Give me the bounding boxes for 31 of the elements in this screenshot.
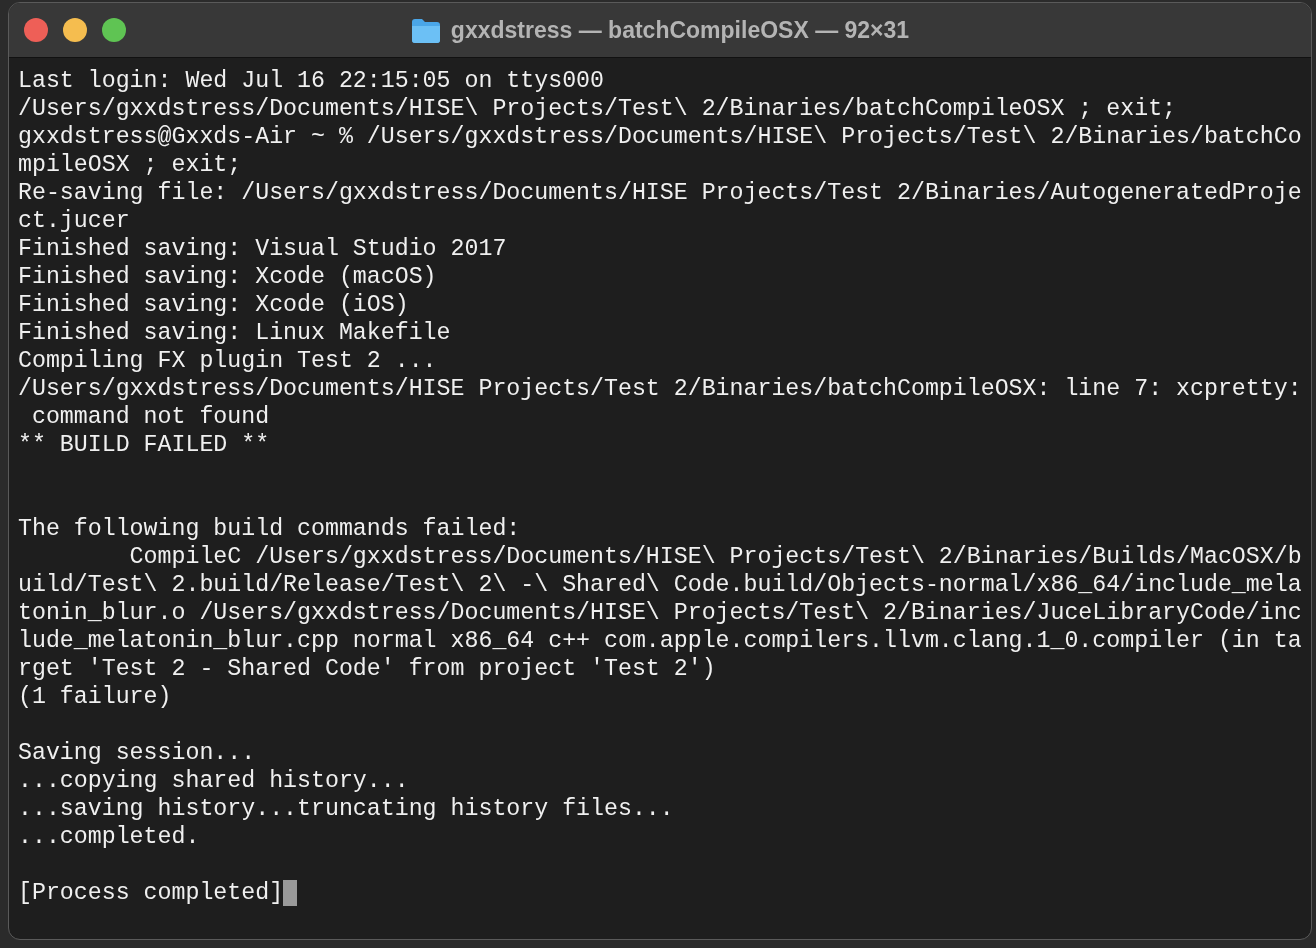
terminal-line: mpileOSX ; exit;	[18, 151, 242, 179]
terminal-line: /Users/gxxdstress/Documents/HISE Projects/Test 2/Binaries/batchCompileOSX: line 7: xcpretty:	[18, 375, 1302, 403]
terminal-line: uild/Test\ 2.build/Release/Test\ 2\ -\ Shared\ Code.build/Objects-normal/x86_64/include_mela	[18, 571, 1302, 599]
terminal-line: ** BUILD FAILED **	[18, 431, 270, 459]
folder-icon	[410, 17, 441, 43]
zoom-button[interactable]	[102, 18, 126, 42]
terminal-line: ...copying shared history...	[18, 767, 409, 795]
minimize-button[interactable]	[63, 18, 87, 42]
terminal-line: ct.jucer	[18, 207, 130, 235]
terminal-line: ...completed.	[18, 823, 200, 851]
terminal-line: [Process completed]	[18, 879, 284, 907]
terminal-line: Compiling FX plugin Test 2 ...	[18, 347, 437, 375]
terminal-line: tonin_blur.o /Users/gxxdstress/Documents/HISE\ Projects/Test\ 2/Binaries/JuceLibraryCode/inc	[18, 599, 1302, 627]
terminal-line: CompileC /Users/gxxdstress/Documents/HISE\ Projects/Test\ 2/Binaries/Builds/MacOSX/b	[128, 543, 1302, 571]
terminal-line: Saving session...	[18, 739, 256, 767]
terminal-line: Finished saving: Linux Makefile	[18, 319, 451, 347]
terminal-line: The following build commands failed:	[18, 515, 521, 543]
terminal-line: /Users/gxxdstress/Documents/HISE\ Projects/Test\ 2/Binaries/batchCompileOSX ; exit;	[18, 95, 1177, 123]
terminal-line: rget 'Test 2 - Shared Code' from project 'Test 2')	[18, 655, 716, 683]
terminal-line: ...saving history...truncating history files...	[18, 795, 674, 823]
terminal-line: Re-saving file: /Users/gxxdstress/Documents/HISE Projects/Test 2/Binaries/AutogeneratedProje	[18, 179, 1302, 207]
terminal-line: (1 failure)	[18, 683, 172, 711]
window-title: gxxdstress — batchCompileOSX — 92×31	[450, 16, 910, 44]
terminal-line: Last login: Wed Jul 16 22:15:05 on ttys000	[18, 67, 604, 95]
terminal-line: lude_melatonin_blur.cpp normal x86_64 c++ com.apple.compilers.llvm.clang.1_0.compiler (in ta	[18, 627, 1302, 655]
terminal-line: Finished saving: Xcode (macOS)	[18, 263, 437, 291]
terminal-line: Finished saving: Xcode (iOS)	[18, 291, 409, 319]
terminal-line: command not found	[30, 403, 270, 431]
terminal-line: Finished saving: Visual Studio 2017	[18, 235, 507, 263]
terminal-line: gxxdstress@Gxxds-Air ~ % /Users/gxxdstress/Documents/HISE\ Projects/Test\ 2/Binaries/batchCo	[18, 123, 1302, 151]
close-button[interactable]	[24, 18, 48, 42]
